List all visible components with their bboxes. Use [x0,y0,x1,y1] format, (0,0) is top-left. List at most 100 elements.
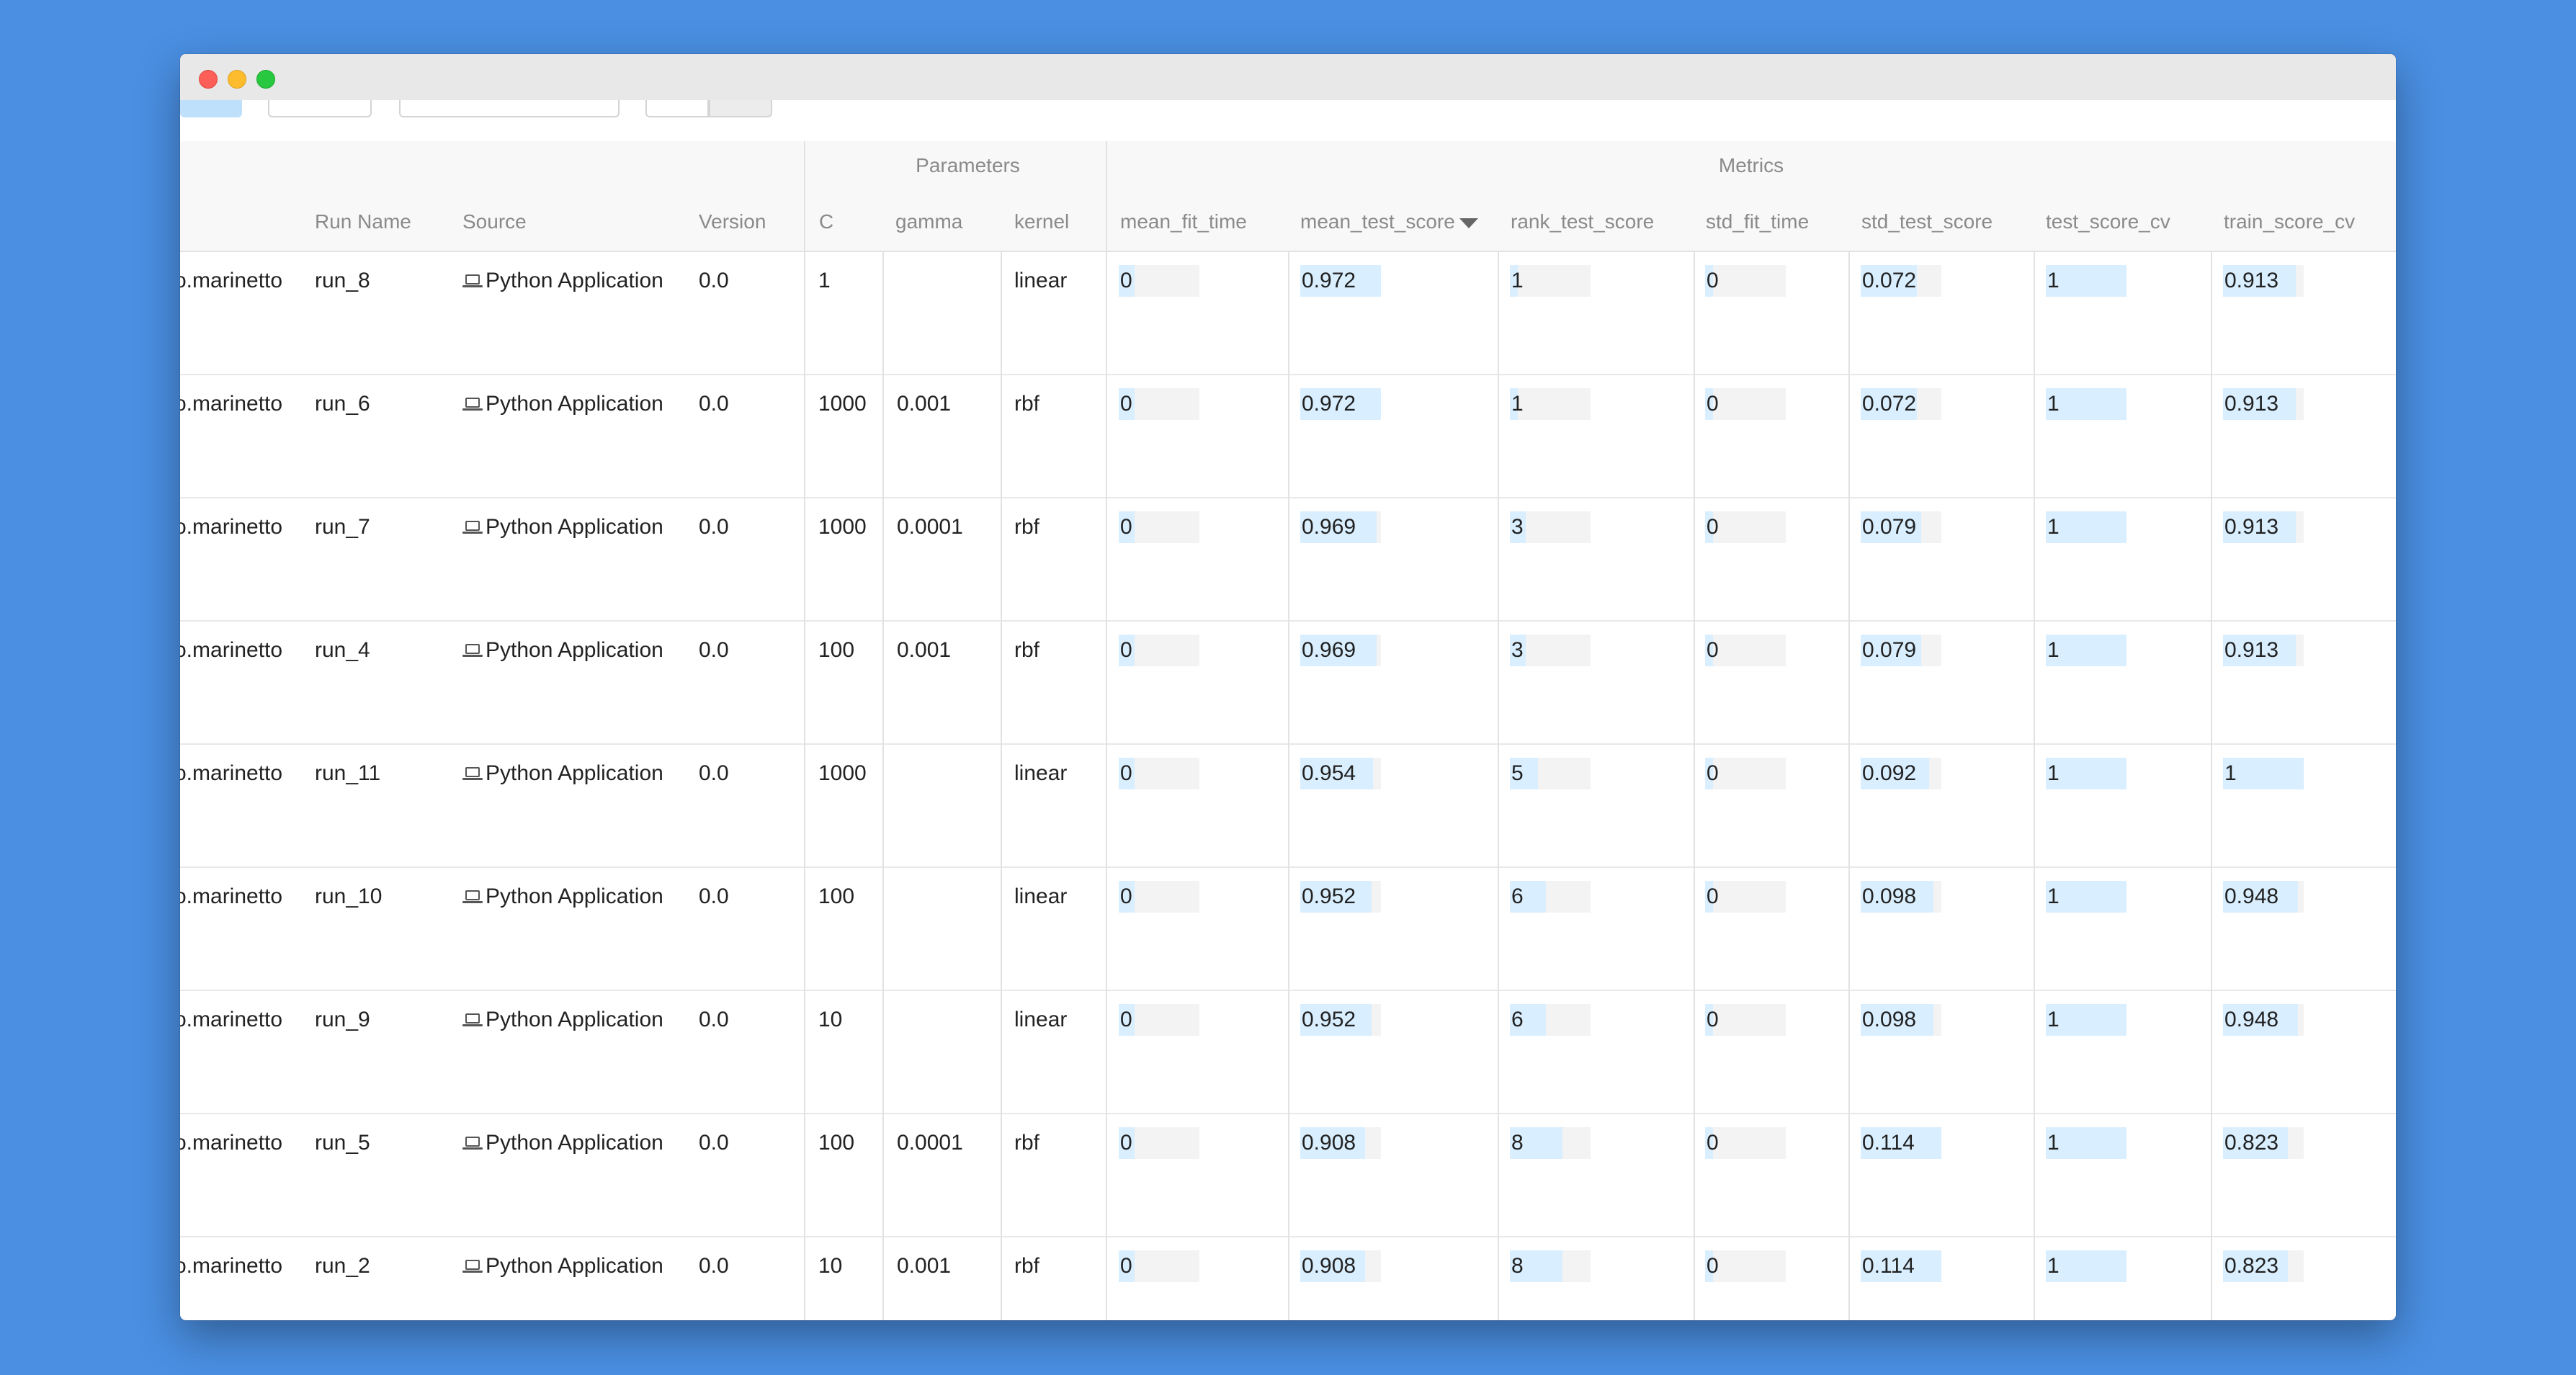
toolbar-primary-button[interactable] [180,100,242,117]
cell-version: 0.0 [699,1131,729,1155]
close-window-button[interactable] [199,70,218,89]
column-header-kernel[interactable]: kernel [1014,210,1069,233]
column-header-train-score-cv[interactable]: train_score_cv [2224,210,2355,233]
metric-value: 0.072 [1862,269,1917,292]
source-label: Python Application [486,1254,663,1278]
laptop-icon [462,644,483,658]
zoom-window-button[interactable] [256,70,275,89]
metric-bar-std-test-score: 0.072 [1861,265,1941,297]
metric-value: 0 [1120,638,1132,662]
cell-source: Python Application [462,761,663,787]
column-divider [1848,252,1850,1320]
metric-bar-mean-test-score: 0.908 [1300,1127,1381,1159]
metric-value: 8 [1511,1254,1524,1278]
parameters-group-header: Parameters [916,154,1020,176]
column-header-std-fit-time[interactable]: std_fit_time [1706,210,1809,233]
caret-down-icon[interactable] [1459,218,1478,228]
metric-value: 0.908 [1302,1131,1356,1155]
metric-bar-mean-fit-time: 0 [1119,1127,1199,1159]
cell-kernel: rbf [1014,1254,1040,1278]
cell-run-name[interactable]: run_6 [315,391,370,417]
column-header-gamma[interactable]: gamma [895,210,962,233]
metric-value: 0.079 [1862,638,1917,662]
column-header-std-test-score[interactable]: std_test_score [1861,210,1993,233]
column-header-test-score-cv[interactable]: test_score_cv [2046,210,2170,233]
cell-run-name[interactable]: run_7 [315,514,370,540]
view-toggle-right[interactable] [709,100,772,117]
laptop-icon [462,274,483,289]
metric-bar-std-test-score: 0.114 [1861,1250,1941,1282]
column-divider [2034,252,2035,1320]
metric-bar-test-score-cv: 1 [2046,1004,2126,1036]
metric-bar-std-test-score: 0.114 [1861,1127,1941,1159]
metric-value: 0.823 [2224,1131,2279,1155]
title-bar [180,54,2396,101]
metric-bar-mean-fit-time: 0 [1119,511,1199,543]
metric-value: 0.913 [2224,269,2279,292]
minimize-window-button[interactable] [228,70,246,89]
cell-version: 0.0 [699,269,729,292]
view-toggle-left[interactable] [645,100,709,117]
cell-c: 1 [818,269,831,292]
column-header-version[interactable]: Version [699,210,766,233]
cell-version: 0.0 [699,884,729,908]
cell-run-name[interactable]: run_2 [315,1253,370,1279]
cell-run-name[interactable]: run_11 [315,761,380,787]
column-header-rank-test-score[interactable]: rank_test_score [1511,210,1654,233]
column-header-mean-test-score[interactable]: mean_test_score [1300,210,1478,233]
source-label: Python Application [486,1131,663,1155]
source-label: Python Application [486,761,663,785]
cell-user: o.marinetto [180,638,283,662]
cell-user: o.marinetto [180,1131,283,1155]
metric-bar-train-score-cv: 0.913 [2223,635,2304,666]
column-divider [1694,252,1695,1320]
app-window: Parameters Metrics Run Name Source Versi… [180,54,2396,1320]
metric-value: 0 [1120,515,1132,539]
cell-run-name[interactable]: run_5 [315,1130,370,1156]
metric-value: 0 [1707,1131,1719,1155]
source-label: Python Application [486,392,663,416]
cell-version: 0.0 [699,761,729,785]
metric-bar-std-fit-time: 0 [1705,881,1786,913]
metric-bar-mean-fit-time: 0 [1119,758,1199,789]
metric-value: 0.969 [1302,638,1356,662]
metric-value: 0 [1707,392,1719,416]
cell-gamma: 0.001 [897,1254,952,1278]
metric-bar-mean-test-score: 0.908 [1300,1250,1381,1282]
cell-gamma: 0.0001 [897,1131,963,1155]
cell-user: o.marinetto [180,269,283,292]
column-header-c[interactable]: C [819,210,833,233]
column-divider [1288,252,1289,1320]
metric-value: 0 [1707,761,1719,785]
metric-bar-test-score-cv: 1 [2046,265,2126,297]
toolbar-button[interactable] [268,100,372,117]
column-header-run-name[interactable]: Run Name [315,210,411,233]
metric-value: 0 [1120,269,1132,292]
column-header-source[interactable]: Source [462,210,527,233]
cell-run-name[interactable]: run_8 [315,268,370,294]
metric-bar-std-fit-time: 0 [1705,758,1786,789]
metric-bar-rank-test-score: 6 [1510,1004,1591,1036]
metric-bar-rank-test-score: 3 [1510,635,1591,666]
mean-test-score-label: mean_test_score [1300,210,1455,233]
cell-run-name[interactable]: run_10 [315,884,382,910]
cell-run-name[interactable]: run_4 [315,637,370,663]
cell-source: Python Application [462,884,663,910]
metric-bar-std-test-score: 0.072 [1861,388,1941,420]
cell-run-name[interactable]: run_9 [315,1007,370,1033]
source-label: Python Application [486,515,663,539]
toolbar-dropdown[interactable] [399,100,620,117]
metric-value: 8 [1511,1131,1524,1155]
metric-value: 1 [2047,1131,2060,1155]
laptop-icon [462,521,483,535]
metric-bar-std-test-score: 0.098 [1861,881,1941,913]
metric-value: 0.972 [1302,392,1356,416]
column-header-mean-fit-time[interactable]: mean_fit_time [1120,210,1247,233]
metric-bar-mean-test-score: 0.972 [1300,265,1381,297]
cell-gamma: 0.0001 [897,515,963,539]
metric-value: 0.952 [1302,1008,1356,1031]
metric-value: 0 [1707,638,1719,662]
metric-value: 0 [1120,1131,1132,1155]
metric-bar-rank-test-score: 8 [1510,1250,1591,1282]
metric-value: 0.954 [1302,761,1356,785]
